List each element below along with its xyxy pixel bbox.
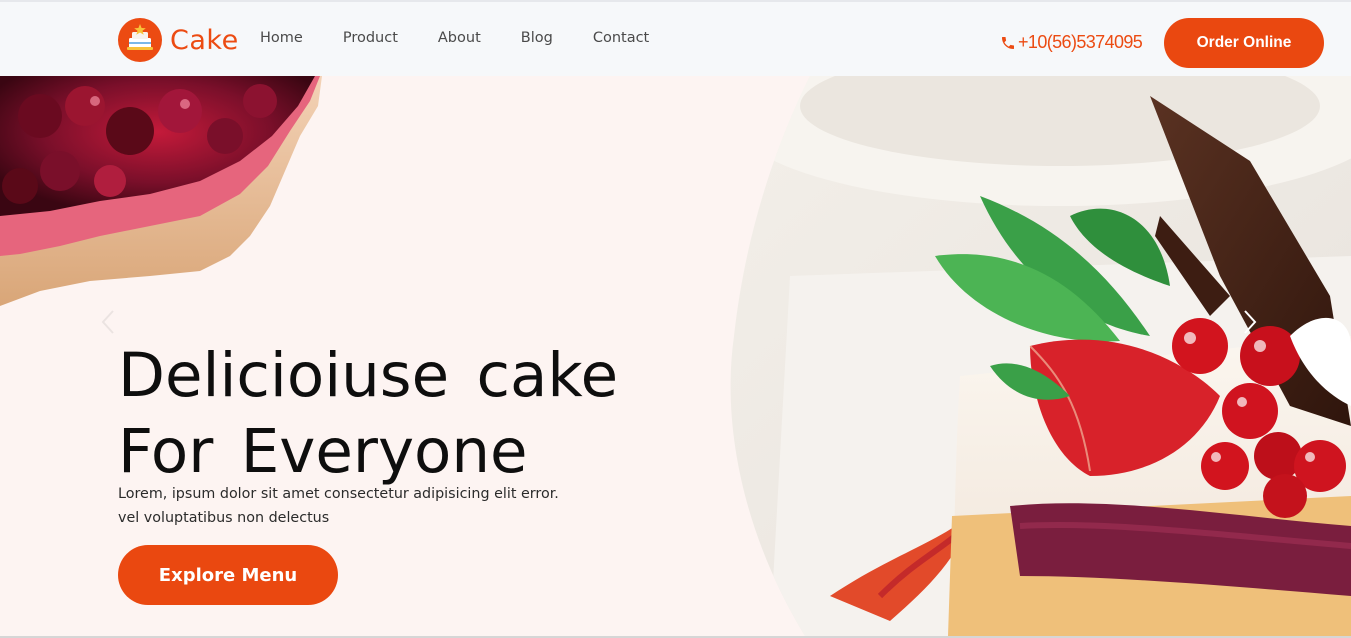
carousel-next-button[interactable] [1236,304,1264,340]
cake-logo-icon [118,18,162,62]
chevron-left-icon [101,310,114,334]
cake-slice-image [730,76,1351,636]
nav-about[interactable]: About [438,30,481,46]
phone-link[interactable]: +10(56)5374095 [1000,32,1143,53]
explore-menu-button[interactable]: Explore Menu [118,545,338,605]
nav-home[interactable]: Home [260,30,303,46]
nav-contact[interactable]: Contact [593,30,649,46]
berry-tart-image [0,76,322,306]
chevron-right-icon [1244,310,1257,334]
phone-icon [1002,36,1014,49]
hero-title-line-2: For Everyone [118,416,528,487]
phone-number: +10(56)5374095 [1018,32,1143,52]
brand[interactable]: Cake [118,18,239,62]
brand-name: Cake [170,24,239,56]
hero-description-line-2: vel voluptatibus non delectus [118,510,330,526]
hero-title-line-1: Delicioiuse cake [118,340,619,411]
site-header: Cake Home Product About Blog Contact +10… [0,2,1351,76]
nav-product[interactable]: Product [343,30,398,46]
order-online-button[interactable]: Order Online [1164,18,1324,68]
carousel-prev-button[interactable] [94,304,122,340]
hero-section: Delicioiuse cake For Everyone Lorem, ips… [0,76,1351,636]
hero-description-line-1: Lorem, ipsum dolor sit amet consectetur … [118,486,559,502]
main-nav: Home Product About Blog Contact [260,30,649,46]
nav-blog[interactable]: Blog [521,30,553,46]
hero-description: Lorem, ipsum dolor sit amet consectetur … [118,482,578,530]
hero-title: Delicioiuse cake For Everyone [118,338,638,490]
